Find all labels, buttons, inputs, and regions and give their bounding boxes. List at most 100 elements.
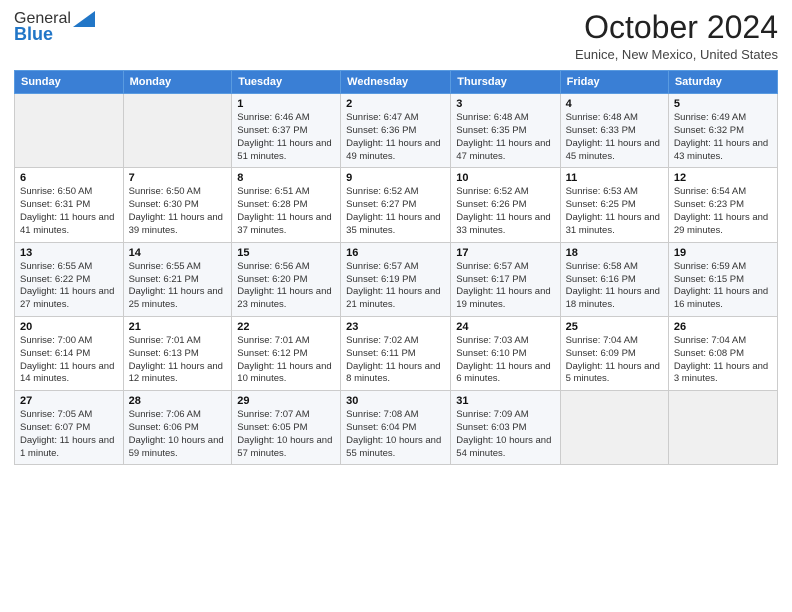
day-info: Sunrise: 6:52 AM Sunset: 6:27 PM Dayligh… (346, 186, 445, 237)
week-row-3: 13 Sunrise: 6:55 AM Sunset: 6:22 PM Dayli… (15, 242, 778, 316)
day-cell: 8 Sunrise: 6:51 AM Sunset: 6:28 PM Daylig… (232, 168, 341, 242)
day-number: 17 (456, 247, 554, 259)
title-block: October 2024 Eunice, New Mexico, United … (575, 10, 778, 62)
day-info: Sunrise: 6:50 AM Sunset: 6:30 PM Dayligh… (129, 186, 227, 237)
day-info: Sunrise: 6:55 AM Sunset: 6:21 PM Dayligh… (129, 261, 227, 312)
header-day-monday: Monday (123, 71, 232, 94)
day-info: Sunrise: 6:50 AM Sunset: 6:31 PM Dayligh… (20, 186, 118, 237)
day-cell: 20 Sunrise: 7:00 AM Sunset: 6:14 PM Dayli… (15, 316, 124, 390)
day-cell: 1 Sunrise: 6:46 AM Sunset: 6:37 PM Daylig… (232, 94, 341, 168)
day-info: Sunrise: 7:02 AM Sunset: 6:11 PM Dayligh… (346, 335, 445, 386)
day-info: Sunrise: 7:04 AM Sunset: 6:09 PM Dayligh… (566, 335, 663, 386)
day-number: 3 (456, 98, 554, 110)
day-number: 5 (674, 98, 772, 110)
day-cell: 29 Sunrise: 7:07 AM Sunset: 6:05 PM Dayli… (232, 391, 341, 465)
day-number: 9 (346, 172, 445, 184)
week-row-4: 20 Sunrise: 7:00 AM Sunset: 6:14 PM Dayli… (15, 316, 778, 390)
day-info: Sunrise: 6:46 AM Sunset: 6:37 PM Dayligh… (237, 112, 335, 163)
day-info: Sunrise: 6:51 AM Sunset: 6:28 PM Dayligh… (237, 186, 335, 237)
week-row-2: 6 Sunrise: 6:50 AM Sunset: 6:31 PM Daylig… (15, 168, 778, 242)
day-cell: 10 Sunrise: 6:52 AM Sunset: 6:26 PM Dayli… (451, 168, 560, 242)
day-number: 30 (346, 395, 445, 407)
day-info: Sunrise: 7:07 AM Sunset: 6:05 PM Dayligh… (237, 409, 335, 460)
day-info: Sunrise: 7:00 AM Sunset: 6:14 PM Dayligh… (20, 335, 118, 386)
day-info: Sunrise: 6:54 AM Sunset: 6:23 PM Dayligh… (674, 186, 772, 237)
day-info: Sunrise: 6:52 AM Sunset: 6:26 PM Dayligh… (456, 186, 554, 237)
day-number: 26 (674, 321, 772, 333)
day-number: 7 (129, 172, 227, 184)
day-cell: 3 Sunrise: 6:48 AM Sunset: 6:35 PM Daylig… (451, 94, 560, 168)
day-cell: 2 Sunrise: 6:47 AM Sunset: 6:36 PM Daylig… (341, 94, 451, 168)
day-cell: 11Sunrise: 6:53 AM Sunset: 6:25 PM Dayli… (560, 168, 668, 242)
day-number: 1 (237, 98, 335, 110)
day-info: Sunrise: 6:57 AM Sunset: 6:19 PM Dayligh… (346, 261, 445, 312)
day-cell: 30 Sunrise: 7:08 AM Sunset: 6:04 PM Dayli… (341, 391, 451, 465)
day-number: 29 (237, 395, 335, 407)
day-cell: 22 Sunrise: 7:01 AM Sunset: 6:12 PM Dayli… (232, 316, 341, 390)
day-number: 19 (674, 247, 772, 259)
day-number: 25 (566, 321, 663, 333)
day-cell: 9 Sunrise: 6:52 AM Sunset: 6:27 PM Daylig… (341, 168, 451, 242)
day-cell: 16Sunrise: 6:57 AM Sunset: 6:19 PM Dayli… (341, 242, 451, 316)
day-info: Sunrise: 6:56 AM Sunset: 6:20 PM Dayligh… (237, 261, 335, 312)
day-number: 13 (20, 247, 118, 259)
day-info: Sunrise: 7:09 AM Sunset: 6:03 PM Dayligh… (456, 409, 554, 460)
day-info: Sunrise: 7:08 AM Sunset: 6:04 PM Dayligh… (346, 409, 445, 460)
location: Eunice, New Mexico, United States (575, 47, 778, 62)
day-info: Sunrise: 7:01 AM Sunset: 6:12 PM Dayligh… (237, 335, 335, 386)
logo-blue-text: Blue (14, 24, 53, 45)
header-row: SundayMondayTuesdayWednesdayThursdayFrid… (15, 71, 778, 94)
day-info: Sunrise: 6:48 AM Sunset: 6:33 PM Dayligh… (566, 112, 663, 163)
day-number: 18 (566, 247, 663, 259)
day-number: 28 (129, 395, 227, 407)
calendar-table: SundayMondayTuesdayWednesdayThursdayFrid… (14, 70, 778, 465)
day-cell: 14 Sunrise: 6:55 AM Sunset: 6:21 PM Dayli… (123, 242, 232, 316)
day-number: 31 (456, 395, 554, 407)
calendar-page: General Blue October 2024 Eunice, New Me… (0, 0, 792, 612)
day-info: Sunrise: 7:06 AM Sunset: 6:06 PM Dayligh… (129, 409, 227, 460)
day-number: 14 (129, 247, 227, 259)
day-cell: 13 Sunrise: 6:55 AM Sunset: 6:22 PM Dayli… (15, 242, 124, 316)
day-info: Sunrise: 6:47 AM Sunset: 6:36 PM Dayligh… (346, 112, 445, 163)
header-day-friday: Friday (560, 71, 668, 94)
day-cell: 23Sunrise: 7:02 AM Sunset: 6:11 PM Dayli… (341, 316, 451, 390)
header-day-tuesday: Tuesday (232, 71, 341, 94)
header: General Blue October 2024 Eunice, New Me… (14, 10, 778, 62)
day-cell: 5 Sunrise: 6:49 AM Sunset: 6:32 PM Daylig… (668, 94, 777, 168)
day-number: 8 (237, 172, 335, 184)
day-info: Sunrise: 6:58 AM Sunset: 6:16 PM Dayligh… (566, 261, 663, 312)
day-cell: 12Sunrise: 6:54 AM Sunset: 6:23 PM Dayli… (668, 168, 777, 242)
day-number: 24 (456, 321, 554, 333)
day-info: Sunrise: 6:53 AM Sunset: 6:25 PM Dayligh… (566, 186, 663, 237)
day-number: 27 (20, 395, 118, 407)
day-cell: 28 Sunrise: 7:06 AM Sunset: 6:06 PM Dayli… (123, 391, 232, 465)
day-number: 20 (20, 321, 118, 333)
day-info: Sunrise: 7:05 AM Sunset: 6:07 PM Dayligh… (20, 409, 118, 460)
day-info: Sunrise: 6:49 AM Sunset: 6:32 PM Dayligh… (674, 112, 772, 163)
day-number: 21 (129, 321, 227, 333)
day-cell: 15Sunrise: 6:56 AM Sunset: 6:20 PM Dayli… (232, 242, 341, 316)
day-info: Sunrise: 7:01 AM Sunset: 6:13 PM Dayligh… (129, 335, 227, 386)
header-day-thursday: Thursday (451, 71, 560, 94)
day-info: Sunrise: 6:55 AM Sunset: 6:22 PM Dayligh… (20, 261, 118, 312)
day-cell: 25 Sunrise: 7:04 AM Sunset: 6:09 PM Dayli… (560, 316, 668, 390)
day-info: Sunrise: 6:48 AM Sunset: 6:35 PM Dayligh… (456, 112, 554, 163)
day-cell: 7 Sunrise: 6:50 AM Sunset: 6:30 PM Daylig… (123, 168, 232, 242)
day-cell: 6 Sunrise: 6:50 AM Sunset: 6:31 PM Daylig… (15, 168, 124, 242)
day-cell: 21 Sunrise: 7:01 AM Sunset: 6:13 PM Dayli… (123, 316, 232, 390)
day-number: 6 (20, 172, 118, 184)
day-info: Sunrise: 7:04 AM Sunset: 6:08 PM Dayligh… (674, 335, 772, 386)
day-number: 10 (456, 172, 554, 184)
day-info: Sunrise: 7:03 AM Sunset: 6:10 PM Dayligh… (456, 335, 554, 386)
day-cell (560, 391, 668, 465)
day-number: 2 (346, 98, 445, 110)
day-cell (15, 94, 124, 168)
header-day-wednesday: Wednesday (341, 71, 451, 94)
day-cell (123, 94, 232, 168)
header-day-sunday: Sunday (15, 71, 124, 94)
day-number: 22 (237, 321, 335, 333)
logo: General Blue (14, 10, 95, 45)
month-title: October 2024 (575, 10, 778, 45)
day-info: Sunrise: 6:59 AM Sunset: 6:15 PM Dayligh… (674, 261, 772, 312)
header-day-saturday: Saturday (668, 71, 777, 94)
